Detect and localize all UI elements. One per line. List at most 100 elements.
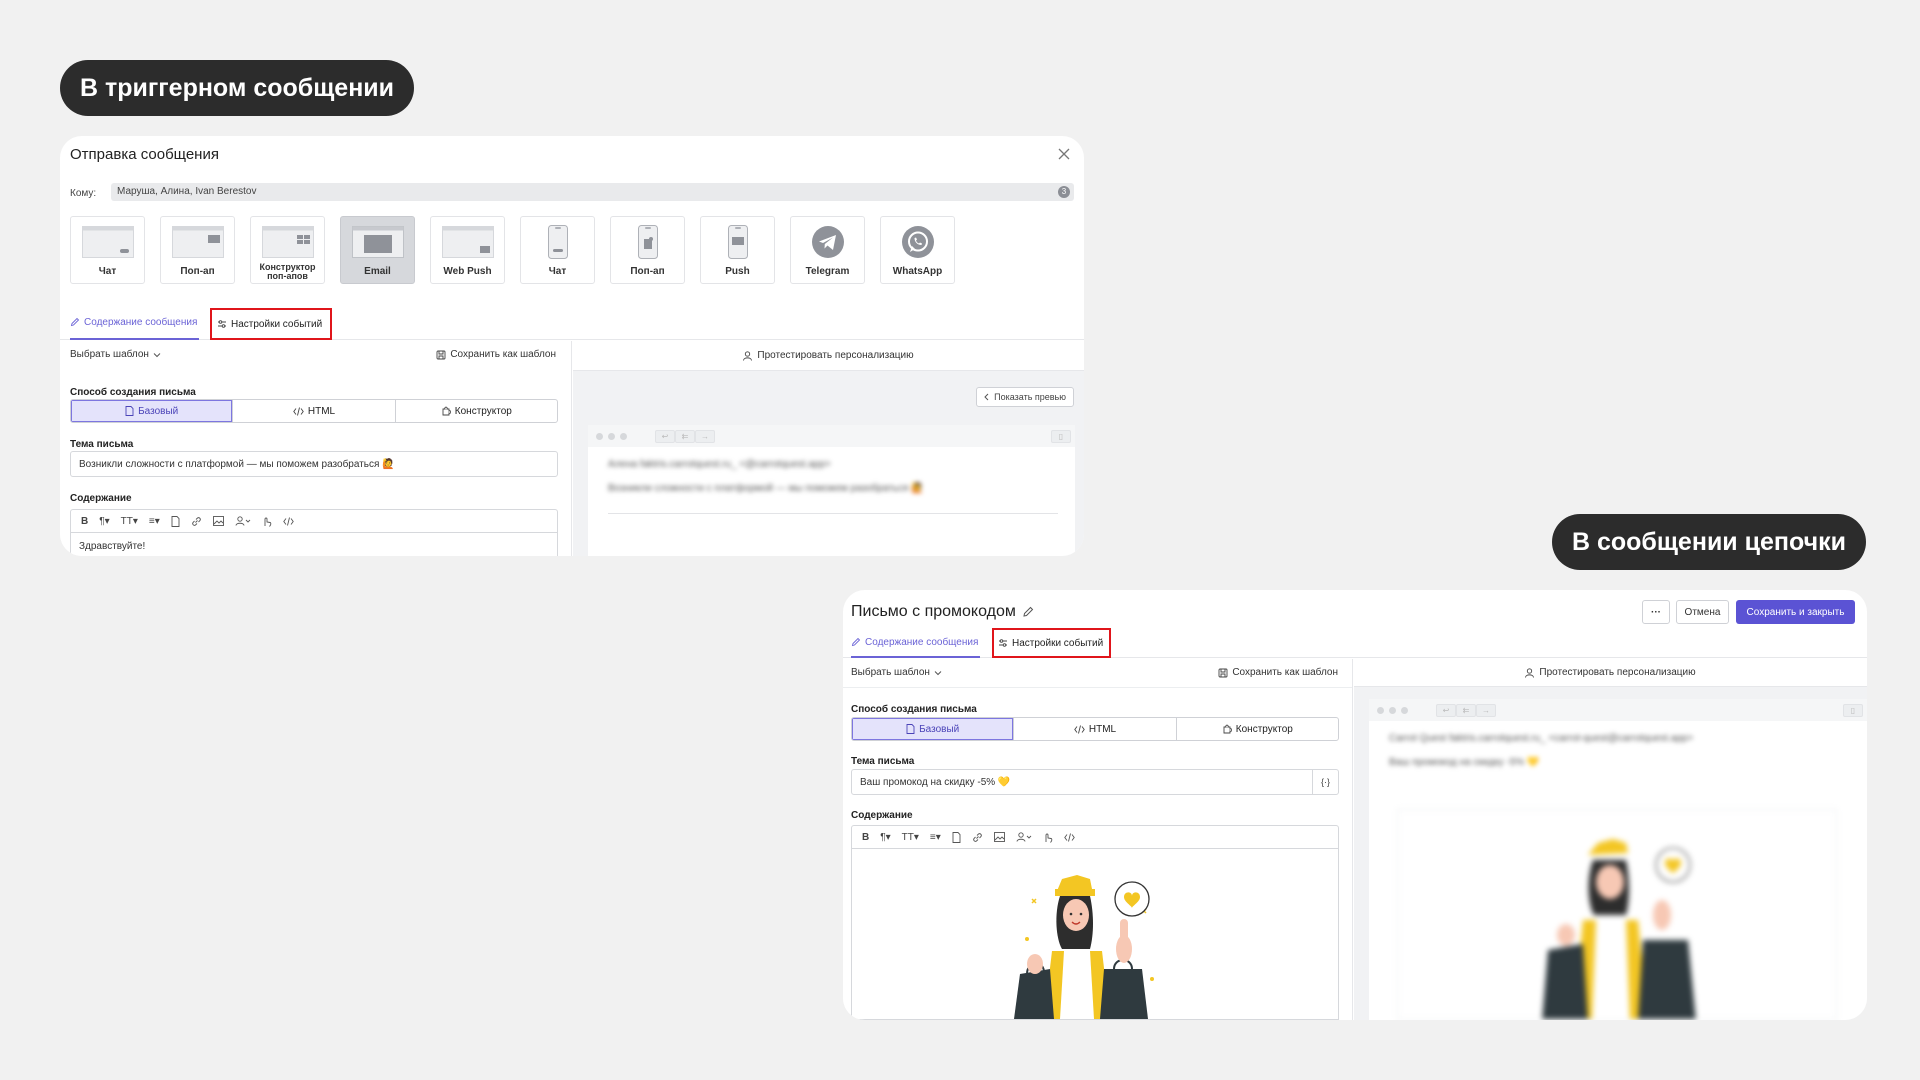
link-icon[interactable] xyxy=(191,516,202,527)
recipients-label: Кому: xyxy=(70,188,97,199)
file-icon[interactable] xyxy=(952,831,961,843)
test-personalization-button[interactable]: Протестировать персонализацию xyxy=(1354,659,1867,687)
show-preview-label: Показать превью xyxy=(994,392,1066,402)
cancel-button[interactable]: Отмена xyxy=(1676,600,1729,624)
window-dot xyxy=(1377,706,1384,714)
choose-template-label: Выбрать шаблон xyxy=(851,667,930,678)
user-icon xyxy=(743,350,753,361)
mail-client-mockup: ↩ ⇇ → ▯ Алена faktris.carrotquest.ru_ <@… xyxy=(588,425,1075,556)
save-as-template-button[interactable]: Сохранить как шаблон xyxy=(1218,667,1338,678)
font-size-button[interactable]: TT▾ xyxy=(902,832,919,843)
save-template-icon xyxy=(436,350,446,360)
channel-email[interactable]: Email xyxy=(340,216,415,284)
email-icon xyxy=(351,225,404,259)
reply-icon: ↩ xyxy=(1436,703,1456,717)
tab-event-settings[interactable]: Настройки событий xyxy=(210,308,333,340)
channel-label: Поп-ап xyxy=(630,266,665,277)
forward-icon: → xyxy=(1476,703,1496,717)
show-preview-button[interactable]: Показать превью xyxy=(976,387,1074,407)
puzzle-icon xyxy=(441,406,451,416)
method-html-button[interactable]: HTML xyxy=(233,400,396,422)
pencil-icon[interactable] xyxy=(1022,606,1034,618)
personalization-icon[interactable] xyxy=(1016,832,1032,842)
font-size-button[interactable]: TT▾ xyxy=(121,516,138,527)
channel-whatsapp[interactable]: WhatsApp xyxy=(880,216,955,284)
content-first-line: Здравствуйте! xyxy=(79,541,146,552)
link-icon[interactable] xyxy=(972,832,983,843)
method-html-button[interactable]: HTML xyxy=(1014,718,1177,740)
channel-web-push[interactable]: Web Push xyxy=(430,216,505,284)
popup-builder-icon xyxy=(261,225,314,259)
paragraph-button[interactable]: ¶▾ xyxy=(880,832,890,843)
code-icon[interactable] xyxy=(282,516,294,526)
tab-event-settings[interactable]: Настройки событий xyxy=(992,628,1112,658)
channel-label: WhatsApp xyxy=(892,266,943,277)
mobile-popup-icon xyxy=(637,225,658,259)
channel-mobile-push[interactable]: Push xyxy=(700,216,775,284)
creation-method-switch: Базовый HTML Конструктор xyxy=(851,717,1339,741)
chain-section-label: В сообщении цепочки xyxy=(1552,514,1866,570)
personalization-icon[interactable] xyxy=(235,516,251,526)
pointer-icon[interactable] xyxy=(262,516,272,527)
channel-desktop-popup[interactable]: Поп-ап xyxy=(160,216,235,284)
close-icon[interactable] xyxy=(1054,144,1074,164)
save-and-close-button[interactable]: Сохранить и закрыть xyxy=(1736,600,1855,624)
insert-variable-button[interactable]: {·} xyxy=(1312,769,1339,795)
test-personalization-label: Протестировать персонализацию xyxy=(757,350,914,361)
method-basic-button[interactable]: Базовый xyxy=(852,718,1015,740)
subject-input[interactable]: Возникли сложности с платформой — мы пом… xyxy=(70,451,558,477)
pointer-icon[interactable] xyxy=(1043,832,1053,843)
document-icon xyxy=(906,724,915,734)
channel-label: Чат xyxy=(98,266,117,277)
email-editor: Выбрать шаблон Сохранить как шаблон Спос… xyxy=(843,659,1353,1020)
choose-template-dropdown[interactable]: Выбрать шаблон xyxy=(851,667,942,678)
web-push-icon xyxy=(441,225,494,259)
sliders-icon xyxy=(217,319,227,329)
channel-desktop-chat[interactable]: Чат xyxy=(70,216,145,284)
method-builder-button[interactable]: Конструктор xyxy=(396,400,557,422)
method-basic-button[interactable]: Базовый xyxy=(71,400,234,422)
tab-label: Содержание сообщения xyxy=(84,316,198,328)
code-icon xyxy=(1074,724,1085,734)
save-as-template-button[interactable]: Сохранить как шаблон xyxy=(436,349,556,360)
window-dot xyxy=(1389,706,1396,714)
bold-button[interactable]: B xyxy=(862,832,869,843)
message-tabs: Содержание сообщения Настройки событий xyxy=(60,306,1084,340)
more-actions-button[interactable]: ··· xyxy=(1642,600,1670,624)
channel-label: Чат xyxy=(548,266,567,277)
method-label: Конструктор xyxy=(1235,723,1293,735)
paragraph-button[interactable]: ¶▾ xyxy=(99,516,109,527)
rich-text-toolbar: B ¶▾ TT▾ ≡▾ xyxy=(851,825,1339,849)
creation-method-switch: Базовый HTML Конструктор xyxy=(70,399,558,423)
align-button[interactable]: ≡▾ xyxy=(149,516,160,527)
tab-message-content[interactable]: Содержание сообщения xyxy=(70,306,200,340)
save-as-template-label: Сохранить как шаблон xyxy=(1232,667,1338,678)
mobile-push-icon xyxy=(727,225,748,259)
subject-input[interactable]: Ваш промокод на скидку -5% 💛 xyxy=(851,769,1313,795)
channel-mobile-popup[interactable]: Поп-ап xyxy=(610,216,685,284)
chain-message-editor: Письмо с промокодом ··· Отмена Сохранить… xyxy=(843,590,1867,1020)
channel-popup-builder[interactable]: Конструктор поп-апов xyxy=(250,216,325,284)
channel-mobile-chat[interactable]: Чат xyxy=(520,216,595,284)
align-button[interactable]: ≡▾ xyxy=(930,832,941,843)
bold-button[interactable]: B xyxy=(81,516,88,527)
recipients-field[interactable]: Маруша, Алина, Ivan Berestov 3 xyxy=(111,183,1074,201)
channel-label: Telegram xyxy=(805,266,850,277)
puzzle-icon xyxy=(1222,724,1232,734)
code-icon[interactable] xyxy=(1063,832,1075,842)
method-builder-button[interactable]: Конструктор xyxy=(1177,718,1338,740)
image-icon[interactable] xyxy=(993,832,1005,842)
image-icon[interactable] xyxy=(212,516,224,526)
preview-sender: Алена faktris.carrotquest.ru_ <@carrotqu… xyxy=(608,459,831,470)
channel-telegram[interactable]: Telegram xyxy=(790,216,865,284)
content-editor-area[interactable]: Здравствуйте! xyxy=(70,533,558,556)
trash-icon: ▯ xyxy=(1843,703,1863,717)
file-icon[interactable] xyxy=(171,515,180,527)
content-editor-area[interactable] xyxy=(851,849,1339,1020)
choose-template-dropdown[interactable]: Выбрать шаблон xyxy=(70,349,161,360)
subject-value: Возникли сложности с платформой — мы пом… xyxy=(79,458,395,470)
trash-icon: ▯ xyxy=(1051,429,1071,443)
message-title: Письмо с промокодом xyxy=(851,603,1034,621)
test-personalization-button[interactable]: Протестировать персонализацию xyxy=(573,341,1084,371)
tab-message-content[interactable]: Содержание сообщения xyxy=(851,628,981,658)
